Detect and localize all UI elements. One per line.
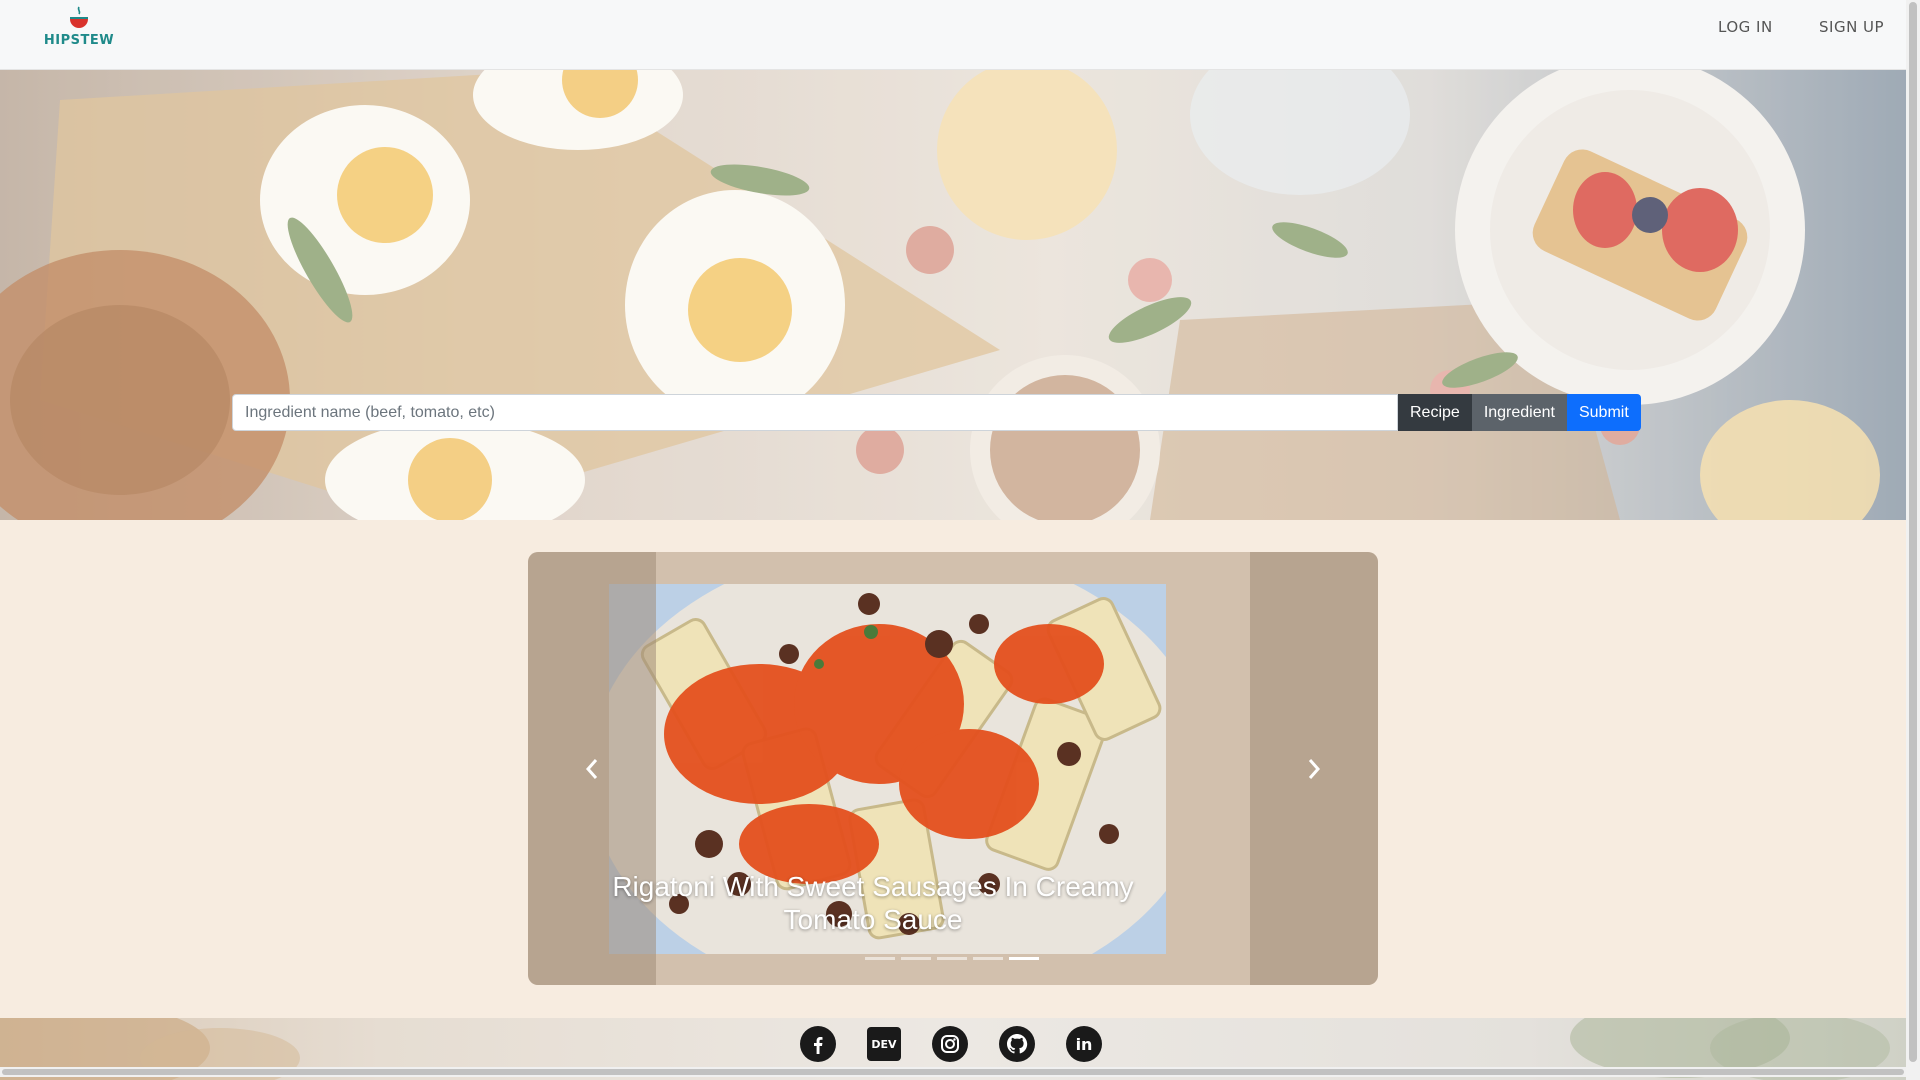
dev-label: DEV bbox=[871, 1037, 897, 1051]
hero-overlay bbox=[0, 70, 1906, 520]
vertical-scrollbar-thumb[interactable] bbox=[1909, 2, 1917, 1062]
github-icon[interactable] bbox=[999, 1026, 1035, 1062]
chevron-right-icon bbox=[1308, 758, 1321, 779]
brand-logo[interactable]: HIPSTEW bbox=[42, 6, 116, 50]
instagram-icon[interactable] bbox=[932, 1026, 968, 1062]
recipe-button[interactable]: Recipe bbox=[1398, 394, 1472, 431]
linkedin-icon[interactable]: in bbox=[1066, 1026, 1102, 1062]
dev-icon[interactable]: DEV bbox=[867, 1027, 901, 1061]
carousel-caption: Rigatoni With Sweet Sausages In Creamy T… bbox=[612, 871, 1134, 935]
ingredient-button[interactable]: Ingredient bbox=[1471, 394, 1567, 431]
recipe-carousel: Rigatoni With Sweet Sausages In Creamy T… bbox=[528, 552, 1378, 985]
carousel-indicators bbox=[865, 957, 1039, 960]
horizontal-scrollbar-thumb[interactable] bbox=[2, 1069, 1904, 1075]
search-form: Recipe Ingredient Submit bbox=[232, 394, 1641, 431]
signup-link[interactable]: SIGN UP bbox=[1819, 18, 1884, 36]
carousel-next-button[interactable] bbox=[1250, 552, 1378, 985]
carousel-indicator[interactable] bbox=[937, 957, 967, 960]
social-links: DEV in bbox=[800, 1026, 1102, 1062]
search-input[interactable] bbox=[232, 394, 1398, 431]
bowl-icon bbox=[70, 6, 88, 28]
carousel-indicator[interactable] bbox=[901, 957, 931, 960]
carousel-indicator[interactable] bbox=[865, 957, 895, 960]
chevron-left-icon bbox=[585, 758, 598, 779]
horizontal-scrollbar[interactable] bbox=[0, 1067, 1906, 1077]
login-link[interactable]: LOG IN bbox=[1718, 18, 1773, 36]
facebook-icon[interactable] bbox=[800, 1026, 836, 1062]
submit-button[interactable]: Submit bbox=[1566, 394, 1641, 431]
vertical-scrollbar[interactable] bbox=[1906, 0, 1920, 1080]
brand-name: HIPSTEW bbox=[43, 33, 115, 48]
hero-banner bbox=[0, 70, 1906, 520]
navbar: HIPSTEW LOG IN SIGN UP bbox=[0, 0, 1906, 70]
linkedin-label: in bbox=[1075, 1034, 1093, 1054]
carousel-indicator[interactable] bbox=[973, 957, 1003, 960]
carousel-indicator-active[interactable] bbox=[1009, 957, 1039, 960]
